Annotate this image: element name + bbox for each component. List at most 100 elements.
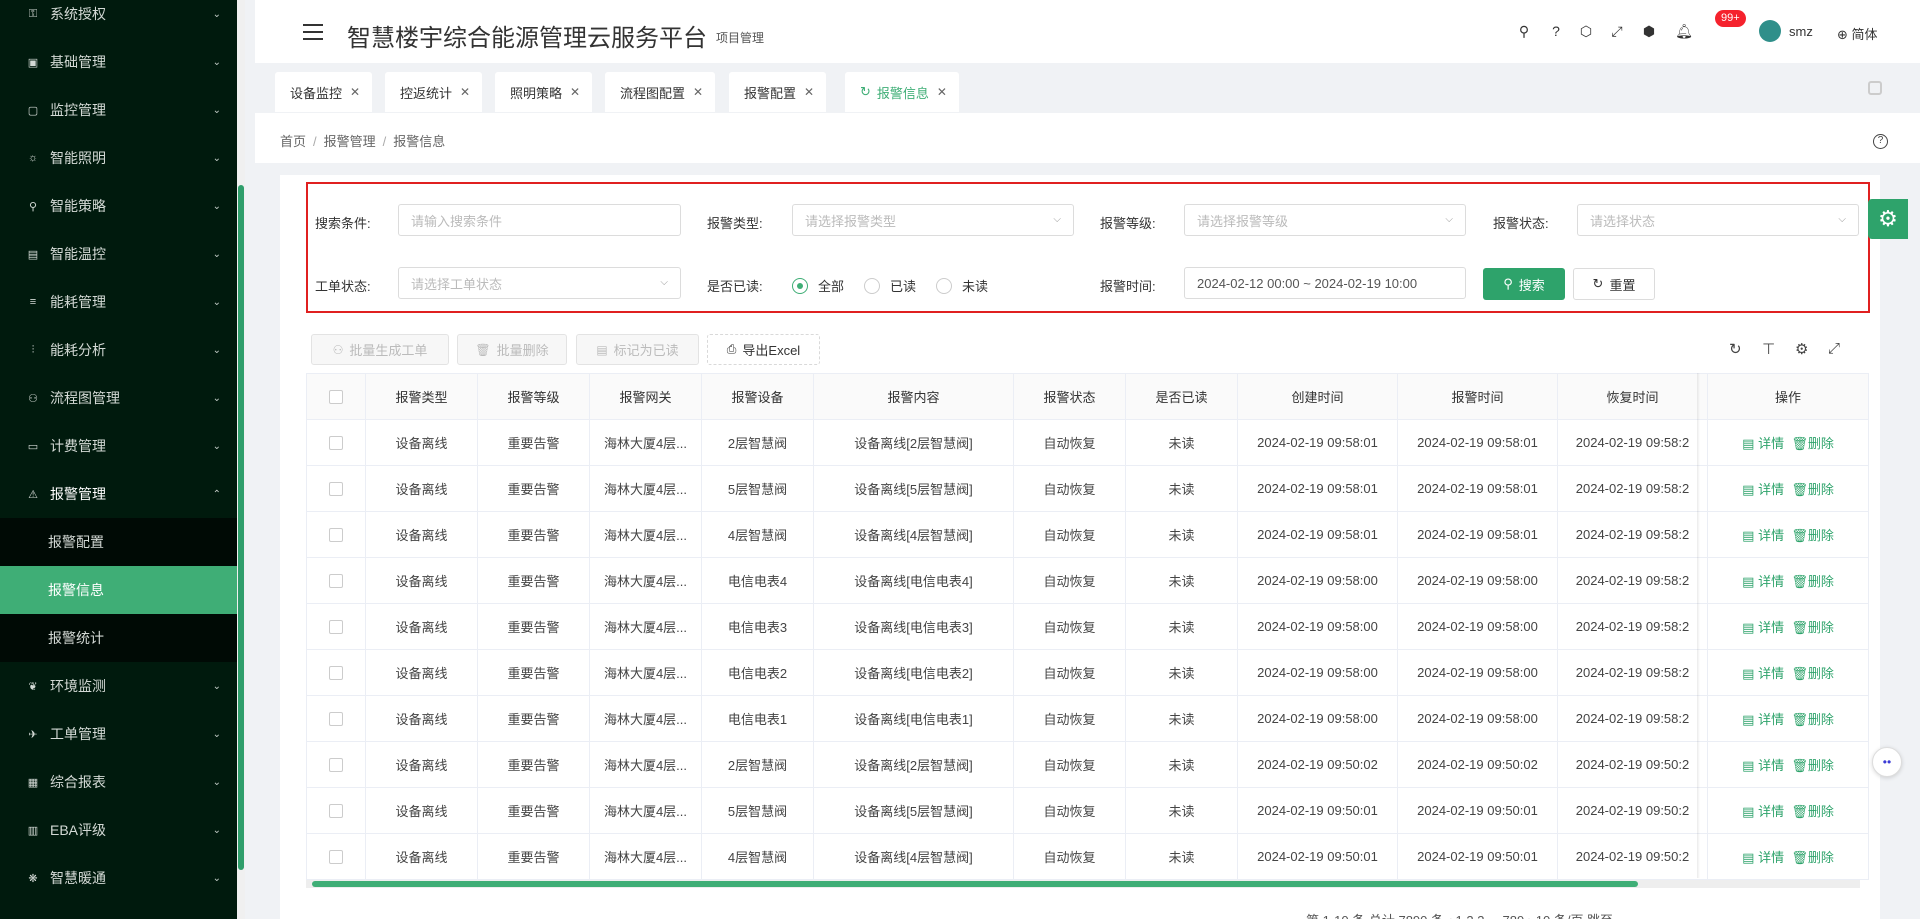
cube-icon[interactable]: ⬡ [1577, 22, 1595, 40]
sidebar-item-8[interactable]: ⚇ 流程图管理 ⌄ [0, 374, 245, 422]
delete-link[interactable]: 🗑︎删除 [1791, 850, 1834, 865]
sidebar-item-6[interactable]: ≡ 能耗管理 ⌄ [0, 278, 245, 326]
radio-dot[interactable] [936, 277, 952, 294]
row-checkbox[interactable] [329, 482, 343, 497]
table-row[interactable]: 设备离线 重要告警 海林大厦4层... 5层智慧阀 设备离线[5层智慧阀] 自动恢复 未读 2… [306, 465, 1869, 512]
mark-read-button[interactable]: ▤ 标记为已读 [576, 334, 699, 365]
settings-gear-icon[interactable]: ⚙ [1868, 199, 1908, 239]
row-select-cell[interactable] [306, 695, 366, 742]
radio-unread[interactable]: 未读 [936, 276, 988, 295]
sidebar-item-7[interactable]: ⫶ 能耗分析 ⌄ [0, 326, 245, 374]
detail-link[interactable]: ▤ 详情 [1742, 436, 1784, 451]
detail-link[interactable]: ▤ 详情 [1742, 482, 1784, 497]
pagination[interactable]: 第 1-10 条 总计 7890 条 ‹ 1 2 3 ... 789 › 10 … [1306, 910, 1613, 919]
close-icon[interactable]: ✕ [460, 85, 470, 99]
export-excel-button[interactable]: ⎙ 导出Excel [707, 334, 820, 365]
select-all-cell[interactable] [306, 373, 366, 420]
select-all-checkbox[interactable] [329, 390, 343, 405]
tab-alarm-info[interactable]: ↻ 报警信息 ✕ [845, 72, 959, 112]
alarm-status-select[interactable]: 请选择状态 ⌵ [1577, 204, 1859, 236]
delete-link[interactable]: 🗑︎删除 [1791, 482, 1834, 497]
breadcrumb-home[interactable]: 首页 [280, 134, 306, 149]
row-select-cell[interactable] [306, 557, 366, 604]
avatar[interactable] [1759, 20, 1781, 42]
table-row[interactable]: 设备离线 重要告警 海林大厦4层... 电信电表2 设备离线[电信电表2] 自动恢复 未读 2… [306, 649, 1869, 696]
row-select-cell[interactable] [306, 833, 366, 880]
detail-link[interactable]: ▤ 详情 [1742, 804, 1784, 819]
row-checkbox[interactable] [329, 758, 343, 773]
batch-delete-button[interactable]: 🗑︎ 批量删除 [457, 334, 567, 365]
sidebar-scroll-thumb[interactable] [238, 185, 244, 870]
sidebar-item-15[interactable]: ❋ 智慧暖通 ⌄ [0, 854, 245, 902]
row-checkbox[interactable] [329, 712, 343, 727]
sidebar-item-4[interactable]: ⚲ 智能策略 ⌄ [0, 182, 245, 230]
row-select-cell[interactable] [306, 787, 366, 834]
delete-link[interactable]: 🗑︎删除 [1791, 528, 1834, 543]
settings-icon[interactable]: ⚙ [1795, 340, 1808, 358]
package-icon[interactable]: ⬢ [1640, 22, 1658, 40]
table-row[interactable]: 设备离线 重要告警 海林大厦4层... 5层智慧阀 设备离线[5层智慧阀] 自动恢复 未读 2… [306, 787, 1869, 834]
table-row[interactable]: 设备离线 重要告警 海林大厦4层... 4层智慧阀 设备离线[4层智慧阀] 自动恢复 未读 2… [306, 511, 1869, 558]
table-row[interactable]: 设备离线 重要告警 海林大厦4层... 电信电表1 设备离线[电信电表1] 自动恢复 未读 2… [306, 695, 1869, 742]
row-select-cell[interactable] [306, 603, 366, 650]
question-icon[interactable]: ? [1873, 134, 1888, 149]
detail-link[interactable]: ▤ 详情 [1742, 574, 1784, 589]
radio-read[interactable]: 已读 [864, 276, 916, 295]
delete-link[interactable]: 🗑︎删除 [1791, 620, 1834, 635]
workorder-status-select[interactable]: 请选择工单状态 ⌵ [398, 267, 681, 299]
close-icon[interactable]: ✕ [937, 85, 947, 99]
column-height-icon[interactable]: ⊤ [1762, 340, 1775, 358]
detail-link[interactable]: ▤ 详情 [1742, 758, 1784, 773]
row-checkbox[interactable] [329, 620, 343, 635]
alarm-level-select[interactable]: 请选择报警等级 ⌵ [1184, 204, 1466, 236]
search-button[interactable]: ⚲ 搜索 [1483, 268, 1565, 300]
submenu-item-1[interactable]: 报警信息 [0, 566, 245, 614]
breadcrumb-level1[interactable]: 报警管理 [324, 134, 376, 149]
sidebar-item-12[interactable]: ✈ 工单管理 ⌄ [0, 710, 245, 758]
table-row[interactable]: 设备离线 重要告警 海林大厦4层... 电信电表3 设备离线[电信电表3] 自动恢复 未读 2… [306, 603, 1869, 650]
username[interactable]: smz [1789, 24, 1813, 39]
row-select-cell[interactable] [306, 465, 366, 512]
search-icon[interactable]: ⚲ [1515, 22, 1533, 40]
table-row[interactable]: 设备离线 重要告警 海林大厦4层... 2层智慧阀 设备离线[2层智慧阀] 自动恢复 未读 2… [306, 741, 1869, 788]
fullscreen-icon[interactable]: ⤢ [1608, 22, 1626, 40]
table-row[interactable]: 设备离线 重要告警 海林大厦4层... 4层智慧阀 设备离线[4层智慧阀] 自动恢复 未读 2… [306, 833, 1869, 880]
detail-link[interactable]: ▤ 详情 [1742, 666, 1784, 681]
help-icon[interactable]: ? [1547, 22, 1565, 40]
bell-icon[interactable]: 🔔︎ [1675, 22, 1693, 40]
sidebar-item-11[interactable]: ❦ 环境监测 ⌄ [0, 662, 245, 710]
detail-link[interactable]: ▤ 详情 [1742, 620, 1784, 635]
row-select-cell[interactable] [306, 741, 366, 788]
close-icon[interactable]: ✕ [570, 85, 580, 99]
delete-link[interactable]: 🗑︎删除 [1791, 712, 1834, 727]
lock-icon[interactable] [1868, 81, 1882, 95]
submenu-item-2[interactable]: 报警统计 [0, 614, 245, 662]
sidebar-item-0[interactable]: ⚿ 系统授权 ⌄ [0, 0, 245, 38]
reset-button[interactable]: ↻ 重置 [1573, 268, 1655, 300]
close-icon[interactable]: ✕ [350, 85, 360, 99]
tab-alarm-config[interactable]: 报警配置 ✕ [729, 72, 827, 112]
row-select-cell[interactable] [306, 419, 366, 466]
radio-all[interactable]: 全部 [792, 276, 844, 295]
refresh-icon[interactable]: ↻ [860, 84, 871, 100]
table-row[interactable]: 设备离线 重要告警 海林大厦4层... 电信电表4 设备离线[电信电表4] 自动恢复 未读 2… [306, 557, 1869, 604]
tab-flow-config[interactable]: 流程图配置 ✕ [605, 72, 716, 112]
close-icon[interactable]: ✕ [693, 85, 703, 99]
detail-link[interactable]: ▤ 详情 [1742, 528, 1784, 543]
language-switch[interactable]: ⊕ 简体 [1837, 24, 1878, 43]
close-icon[interactable]: ✕ [804, 85, 814, 99]
search-input[interactable]: 请输入搜索条件 [398, 204, 681, 236]
table-hscrollbar[interactable] [306, 880, 1860, 888]
delete-link[interactable]: 🗑︎删除 [1791, 666, 1834, 681]
refresh-icon[interactable]: ↻ [1729, 340, 1742, 358]
detail-link[interactable]: ▤ 详情 [1742, 712, 1784, 727]
radio-dot[interactable] [864, 277, 880, 294]
sidebar-item-3[interactable]: ☼ 智能照明 ⌄ [0, 134, 245, 182]
delete-link[interactable]: 🗑︎删除 [1791, 574, 1834, 589]
sidebar-item-5[interactable]: ▤ 智能温控 ⌄ [0, 230, 245, 278]
sidebar-item-2[interactable]: ▢ 监控管理 ⌄ [0, 86, 245, 134]
table-hscroll-thumb[interactable] [312, 881, 1638, 887]
tab-control-stats[interactable]: 控返统计 ✕ [385, 72, 483, 112]
radio-dot[interactable] [792, 277, 808, 294]
delete-link[interactable]: 🗑︎删除 [1791, 436, 1834, 451]
